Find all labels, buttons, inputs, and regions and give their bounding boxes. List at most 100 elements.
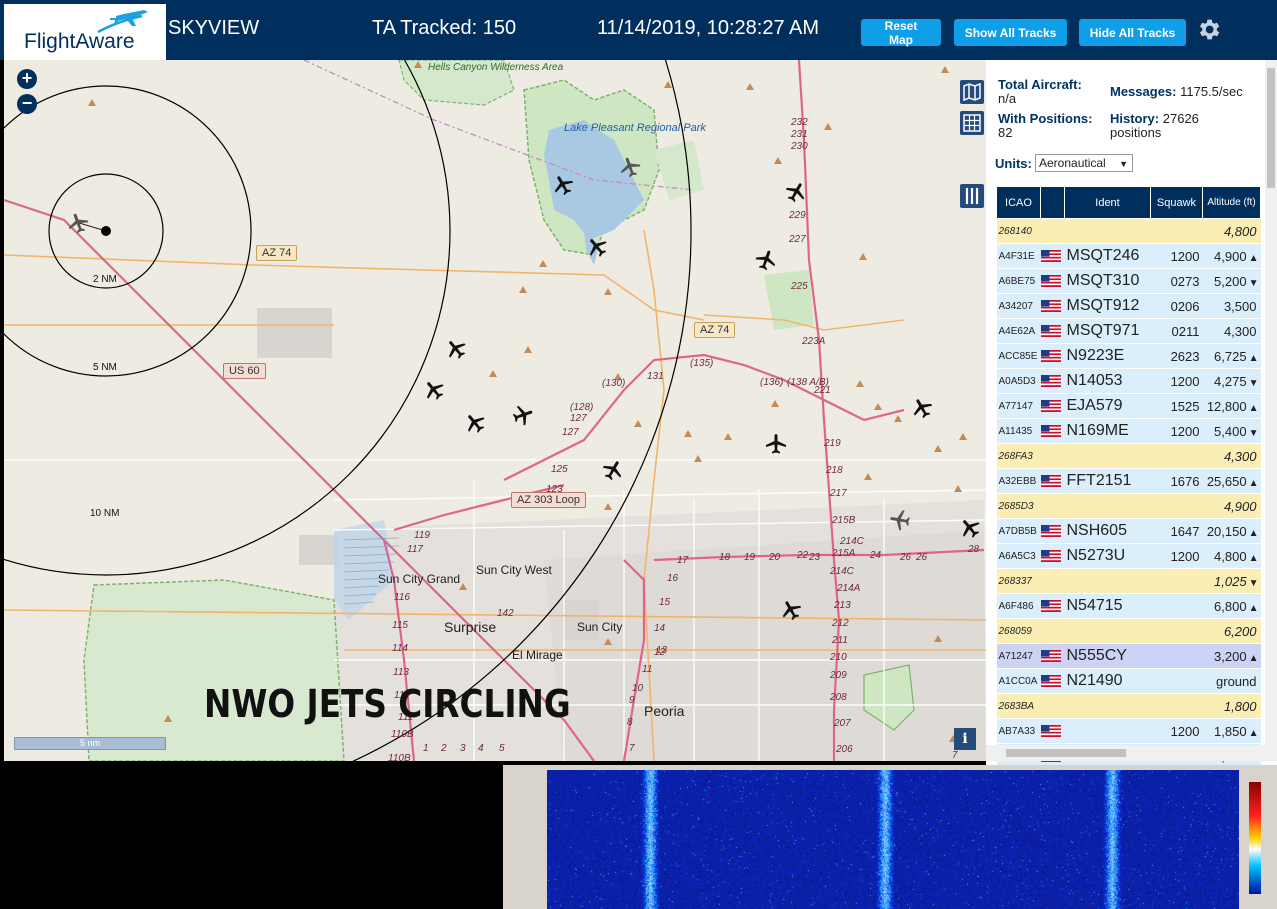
squawk-cell: 1200 [1150, 718, 1203, 744]
table-row[interactable]: 268059 6,200 [996, 618, 1261, 644]
column-header-squawk[interactable]: Squawk [1150, 186, 1203, 219]
icao-cell: A4F31E [996, 243, 1041, 269]
flag-cell [1040, 668, 1065, 694]
table-row[interactable]: A1CC0A N21490 ground [996, 668, 1261, 694]
table-row[interactable]: A4E62A MSQT971 0211 4,300 [996, 318, 1261, 344]
zoom-out-button[interactable]: − [17, 94, 37, 114]
table-row[interactable]: 268FA3 4,300 [996, 443, 1261, 469]
table-row[interactable]: A7DB5B NSH605 1647 20,150 ▲ [996, 518, 1261, 544]
table-row[interactable]: AB7A33 1200 1,850 ▲ [996, 718, 1261, 744]
logo-wordmark: FlightAware [24, 30, 135, 53]
icao-cell: A77147 [996, 393, 1041, 419]
route-number: 8 [627, 717, 633, 728]
column-header-ident[interactable]: Ident [1064, 186, 1151, 219]
ident-cell: N169ME [1064, 418, 1151, 444]
table-row[interactable]: A4F31E MSQT246 1200 4,900 ▲ [996, 243, 1261, 269]
table-row[interactable]: A6F486 N54715 6,800 ▲ [996, 593, 1261, 619]
altitude-cell: 4,900 ▲ [1202, 243, 1261, 269]
aircraft-icon[interactable] [886, 506, 914, 534]
flag-cell [1040, 218, 1065, 244]
route-number: 212 [832, 618, 849, 629]
altitude-cell: 6,800 ▲ [1202, 593, 1261, 619]
panel-scrollbar[interactable] [1265, 60, 1277, 745]
table-row[interactable]: A0A5D3 N14053 1200 4,275 ▼ [996, 368, 1261, 394]
icao-cell: 2685D3 [996, 493, 1041, 519]
map-layers-button[interactable] [960, 80, 984, 104]
route-number: 211 [832, 635, 848, 646]
total-aircraft-stat: Total Aircraft: n/a [998, 77, 1082, 106]
flag-cell [1040, 343, 1065, 369]
table-row[interactable]: 2683BA 1,800 [996, 693, 1261, 719]
flightaware-logo[interactable]: FlightAware [4, 4, 166, 60]
flag-cell [1040, 293, 1065, 319]
route-number: 12 [654, 647, 666, 658]
route-number: 232 [791, 117, 808, 128]
top-bar: FlightAware SKYVIEW TA Tracked: 150 11/1… [0, 0, 1277, 60]
us-flag-icon [1040, 324, 1061, 337]
aircraft-icon[interactable] [764, 432, 788, 456]
map-view[interactable]: Hells Canyon Wilderness Area Lake Pleasa… [4, 60, 986, 761]
column-header-flag[interactable] [1040, 186, 1065, 219]
route-number: (130) [602, 378, 626, 389]
table-row[interactable]: A77147 EJA579 1525 12,800 ▲ [996, 393, 1261, 419]
table-row[interactable]: A32EBB FFT2151 1676 25,650 ▲ [996, 468, 1261, 494]
table-row[interactable]: A6A5C3 N5273U 1200 4,800 ▲ [996, 543, 1261, 569]
route-number: 214C [840, 536, 864, 547]
units-select[interactable]: Aeronautical [1035, 154, 1133, 172]
route-number: 26 [916, 552, 928, 563]
route-number: 116 [394, 592, 410, 603]
column-header-icao[interactable]: ICAO [996, 186, 1041, 219]
range-ring-label: 5 NM [93, 362, 117, 373]
icao-cell: A11435 [996, 418, 1041, 444]
table-row[interactable]: 268337 1,025 ▼ [996, 568, 1261, 594]
reset-map-button[interactable]: Reset Map [861, 19, 941, 47]
altitude-cell: ground [1202, 668, 1261, 694]
trend-icon: ▲ [1248, 252, 1259, 264]
route-number: 26 [900, 552, 912, 563]
grid-toggle-button[interactable] [960, 111, 984, 135]
altitude-cell: 6,200 [1202, 618, 1261, 644]
icao-cell: 268337 [996, 568, 1041, 594]
table-row[interactable]: A34207 MSQT912 0206 3,500 [996, 293, 1261, 319]
squawk-cell: 1647 [1150, 518, 1203, 544]
road-shield: AZ 74 [256, 245, 298, 261]
route-number: 18 [719, 552, 731, 563]
table-row[interactable]: A11435 N169ME 1200 5,400 ▼ [996, 418, 1261, 444]
place-label: Peoria [644, 703, 685, 719]
route-number: 214A [837, 583, 861, 594]
altitude-cell: 4,800 ▲ [1202, 543, 1261, 569]
info-button[interactable]: i [954, 728, 976, 750]
icao-cell: 2683BA [996, 693, 1041, 719]
ident-cell: N9223E [1064, 343, 1151, 369]
flag-cell [1040, 643, 1065, 669]
flag-cell [1040, 368, 1065, 394]
icao-cell: ACC85E [996, 343, 1041, 369]
route-number: 3 [460, 743, 466, 754]
us-flag-icon [1040, 649, 1061, 662]
route-number: 110B [388, 753, 411, 761]
ident-cell [1064, 568, 1151, 594]
columns-toggle-button[interactable] [960, 184, 984, 208]
hide-all-tracks-button[interactable]: Hide All Tracks [1079, 19, 1186, 46]
route-number: 227 [789, 234, 806, 245]
table-row[interactable]: ACC85E N9223E 2623 6,725 ▲ [996, 343, 1261, 369]
route-number: 9 [629, 695, 635, 706]
ident-cell: N555CY [1064, 643, 1151, 669]
ident-cell: N54715 [1064, 593, 1151, 619]
gear-icon[interactable] [1195, 16, 1222, 43]
icao-cell: A6BE75 [996, 268, 1041, 294]
column-header-altitude[interactable]: Altitude (ft) [1202, 186, 1261, 219]
scroll-thumb[interactable] [1006, 749, 1126, 757]
show-all-tracks-button[interactable]: Show All Tracks [954, 19, 1067, 46]
zoom-in-button[interactable]: + [17, 69, 37, 89]
table-row[interactable]: 268140 4,800 [996, 218, 1261, 244]
panel-horizontal-scrollbar[interactable] [986, 745, 1277, 761]
table-row[interactable]: 2685D3 4,900 [996, 493, 1261, 519]
tracked-count: TA Tracked: 150 [372, 17, 517, 39]
pane-divider[interactable] [503, 765, 516, 909]
route-number: 207 [834, 718, 851, 729]
table-row[interactable]: A71247 N555CY 3,200 ▲ [996, 643, 1261, 669]
table-row[interactable]: A6BE75 MSQT310 0273 5,200 ▼ [996, 268, 1261, 294]
scroll-thumb[interactable] [1267, 68, 1275, 188]
history-stat: History: 27626 positions [1110, 111, 1199, 140]
